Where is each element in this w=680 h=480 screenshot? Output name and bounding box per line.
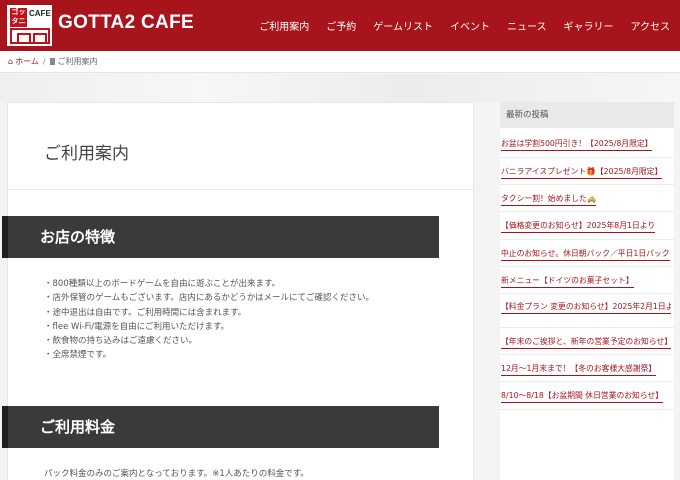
- list-item: ・店外保管のゲームもございます。店内にあるかどうかはメールにてご確認ください。: [44, 293, 375, 304]
- nav-news[interactable]: ニュース: [507, 18, 547, 33]
- list-item: ・全席禁煙です。: [44, 350, 112, 361]
- list-item: 【価格変更のお知らせ】2025年8月1日より: [500, 212, 674, 240]
- title-divider: [8, 189, 473, 190]
- post-link[interactable]: 【料金プラン 変更のお知らせ】2025年2月1日より: [501, 301, 671, 314]
- post-link[interactable]: お盆は学割500円引き！【2025/8月限定】: [501, 138, 653, 151]
- logo-grid-mark: [10, 28, 50, 44]
- page-title: ご利用案内: [44, 144, 129, 164]
- post-link[interactable]: 【年末のご挨拶と、新年の営業予定のお知らせ】: [501, 336, 671, 349]
- main-nav: ご利用案内 ご予約 ゲームリスト イベント ニュース ギャラリー アクセス: [242, 0, 670, 51]
- list-item: 12月～1月末まで！【冬のお客様大感謝祭】: [500, 355, 674, 383]
- breadcrumb-current: ご利用案内: [57, 57, 98, 66]
- main-content: ご利用案内 お店の特徴 ・800種類以上のボードゲームを自由に遊ぶことが出来ます…: [2, 102, 474, 480]
- list-item: 中止のお知らせ。休日朝パック／平日1日パック: [500, 240, 674, 267]
- list-item: お盆は学割500円引き！【2025/8月限定】: [500, 128, 674, 158]
- page-icon: [49, 58, 55, 65]
- site-title[interactable]: GOTTA2 CAFE: [58, 12, 194, 34]
- site-header: ゴッ タニ CAFE GOTTA2 CAFE ご利用案内 ご予約 ゲームリスト イ…: [0, 0, 680, 51]
- recent-posts-title: 最新の投稿: [500, 102, 674, 128]
- post-link[interactable]: 新メニュー【ドイツのお菓子セット】: [501, 275, 634, 288]
- breadcrumb-separator: /: [42, 57, 46, 66]
- list-item: バニラアイスプレゼント🎁【2025/8月限定】: [500, 158, 674, 186]
- post-link[interactable]: 8/10～8/18【お盆期間 休日営業のお知らせ】: [501, 390, 664, 404]
- post-link[interactable]: 中止のお知らせ。休日朝パック／平日1日パック: [501, 248, 670, 261]
- home-icon[interactable]: ⌂: [8, 57, 13, 66]
- list-item: 【料金プラン 変更のお知らせ】2025年2月1日より: [500, 294, 674, 328]
- nav-game-list[interactable]: ゲームリスト: [373, 18, 433, 33]
- nav-gallery[interactable]: ギャラリー: [564, 18, 614, 33]
- section-heading-pricing: ご利用料金: [2, 406, 439, 448]
- nav-access[interactable]: アクセス: [631, 18, 671, 33]
- list-item: ・途中退出は自由です。ご利用時間には含まれます。: [44, 307, 247, 318]
- breadcrumb: ⌂ ホーム / ご利用案内: [0, 51, 680, 73]
- recent-posts-list: お盆は学割500円引き！【2025/8月限定】 バニラアイスプレゼント🎁【202…: [500, 128, 674, 410]
- list-item: タクシー割！始めました🚕: [500, 185, 674, 213]
- logo-mark: ゴッ タニ: [10, 8, 27, 27]
- section-heading-features: お店の特徴: [2, 216, 439, 258]
- sidebar: 最新の投稿 お盆は学割500円引き！【2025/8月限定】 バニラアイスプレゼン…: [500, 102, 674, 480]
- list-item: 8/10～8/18【お盆期間 休日営業のお知らせ】: [500, 382, 674, 410]
- nav-guide[interactable]: ご利用案内: [259, 18, 309, 33]
- nav-reservation[interactable]: ご予約: [326, 18, 356, 33]
- pricing-intro: パック料金のみのご案内となっております。※1人あたりの料金です。: [44, 469, 309, 479]
- nav-events[interactable]: イベント: [450, 18, 490, 33]
- features-list: ・800種類以上のボードゲームを自由に遊ぶことが出来ます。 ・店外保管のゲームも…: [44, 277, 374, 363]
- hero-band: [0, 74, 680, 102]
- list-item: ・飲食物の持ち込みはご遠慮ください。: [44, 336, 198, 347]
- list-item: 新メニュー【ドイツのお菓子セット】: [500, 267, 674, 294]
- post-link[interactable]: 【価格変更のお知らせ】2025年8月1日より: [501, 220, 656, 234]
- breadcrumb-home[interactable]: ホーム: [15, 56, 39, 67]
- post-link[interactable]: バニラアイスプレゼント🎁【2025/8月限定】: [501, 166, 663, 179]
- logo-cafe-text: CAFE: [29, 9, 51, 18]
- post-link[interactable]: タクシー割！始めました🚕: [501, 193, 597, 207]
- list-item: 【年末のご挨拶と、新年の営業予定のお知らせ】: [500, 328, 674, 356]
- site-logo[interactable]: ゴッ タニ CAFE: [7, 5, 52, 46]
- post-link[interactable]: 12月～1月末まで！【冬のお客様大感謝祭】: [501, 363, 657, 377]
- list-item: ・800種類以上のボードゲームを自由に遊ぶことが出来ます。: [44, 279, 281, 289]
- list-item: ・flee Wi-Fi/電源を自由にご利用いただけます。: [44, 321, 230, 332]
